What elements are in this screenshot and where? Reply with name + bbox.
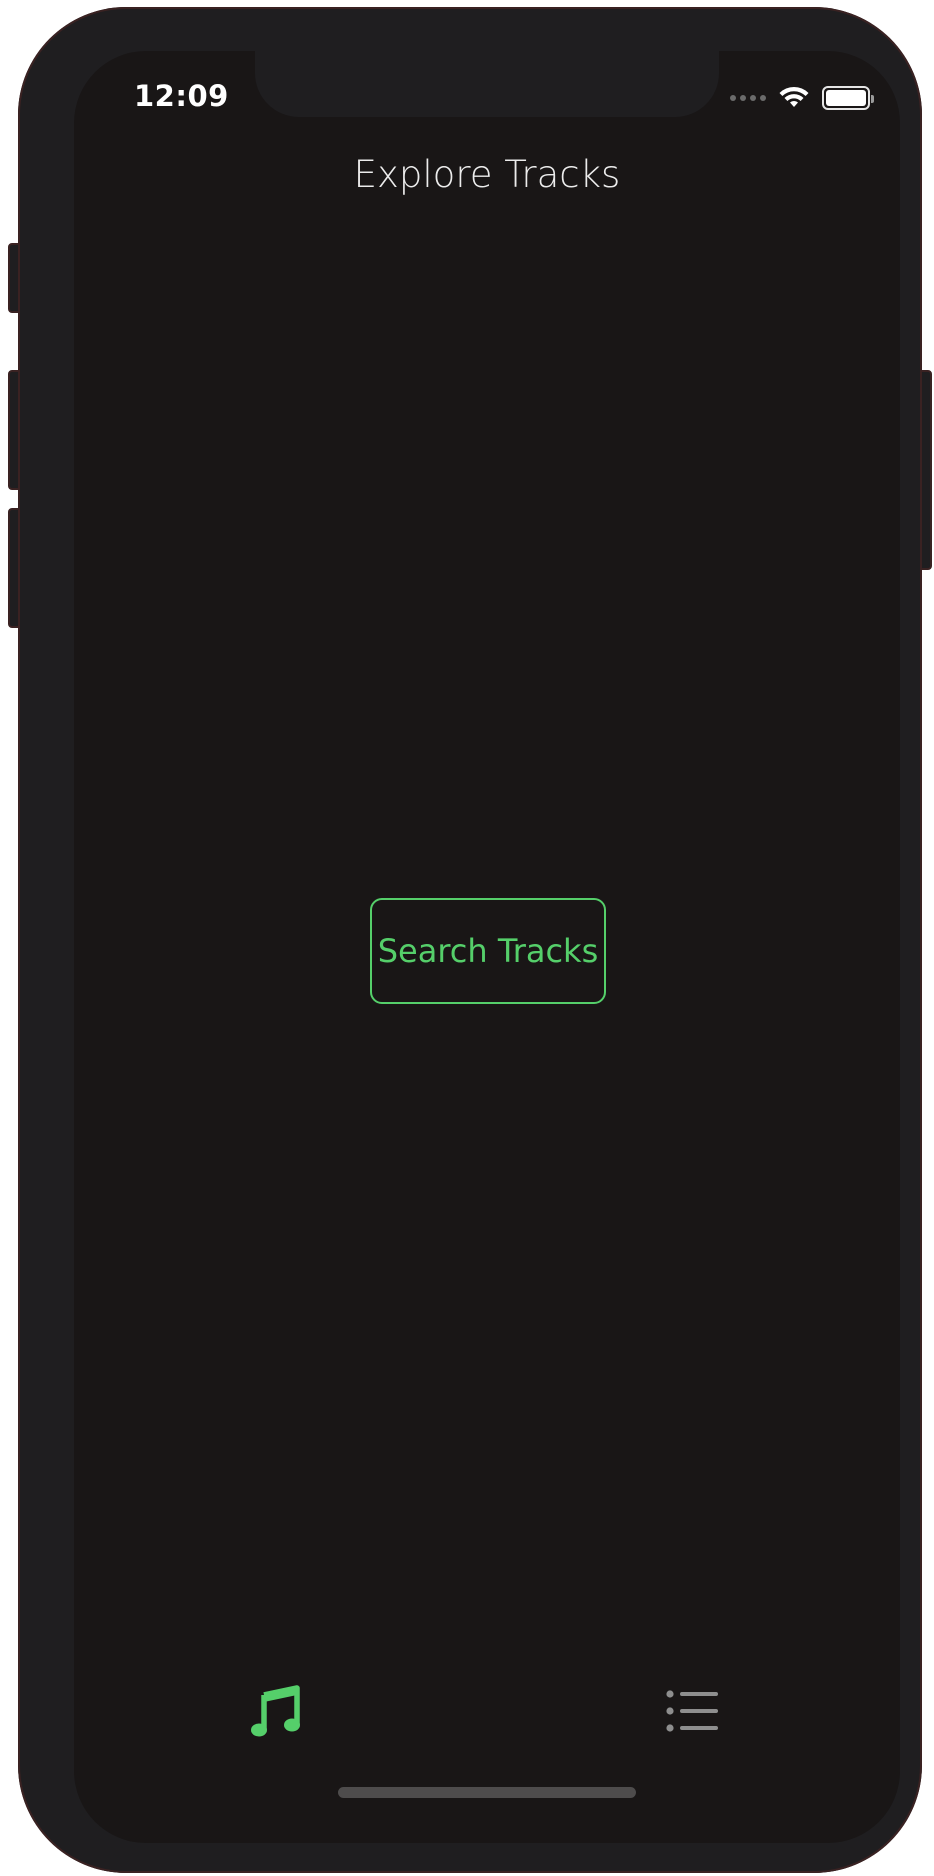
app-screen: 12:09 Explore Tracks Search Tracks bbox=[74, 51, 900, 1843]
page-title: Explore Tracks bbox=[353, 153, 621, 196]
status-time: 12:09 bbox=[134, 79, 229, 113]
home-indicator[interactable] bbox=[338, 1787, 636, 1798]
battery-icon bbox=[822, 86, 874, 110]
tab-list[interactable] bbox=[632, 1671, 752, 1751]
wifi-icon bbox=[779, 86, 809, 107]
list-icon bbox=[666, 1690, 718, 1732]
status-icons bbox=[730, 83, 874, 113]
tab-explore[interactable] bbox=[216, 1671, 336, 1751]
phone-frame: 12:09 Explore Tracks Search Tracks bbox=[18, 7, 922, 1873]
tab-bar bbox=[74, 1671, 900, 1771]
music-note-icon bbox=[251, 1685, 300, 1737]
notch bbox=[255, 51, 719, 117]
signal-dots-icon bbox=[730, 95, 766, 101]
search-tracks-button[interactable]: Search Tracks bbox=[370, 898, 606, 1004]
